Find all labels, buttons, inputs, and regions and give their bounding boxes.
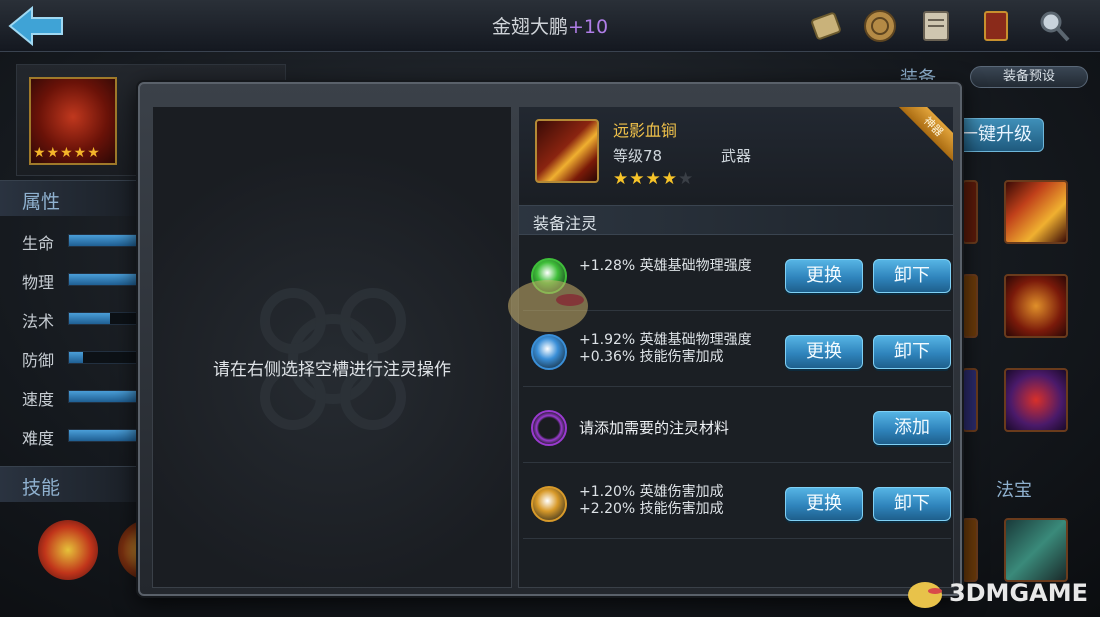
skills-title: 技能 — [22, 477, 61, 499]
add-button[interactable]: 添加 — [873, 411, 951, 445]
bonus-line: +1.20% 英雄伤害加成 — [579, 484, 724, 500]
star-filled-icon: ★ — [645, 169, 662, 189]
bonus-line: +1.28% 英雄基础物理强度 — [579, 258, 752, 274]
slot-bonus-text: +1.92% 英雄基础物理强度 +0.36% 技能伤害加成 — [579, 332, 752, 366]
weapon-icon — [535, 119, 599, 183]
stat-row: 防御 — [22, 347, 162, 370]
item-type: 武器 — [721, 147, 752, 165]
infusion-hint-text: 请在右侧选择空槽进行注灵操作 — [213, 360, 451, 380]
book-icon[interactable] — [976, 6, 1016, 46]
infusion-slot[interactable]: 请添加需要的注灵材料 添加 — [523, 393, 951, 463]
skill-icon[interactable] — [38, 520, 98, 580]
stat-row: 速度 — [22, 386, 162, 409]
equipment-slot[interactable] — [962, 180, 978, 244]
spirit-orb-icon — [531, 410, 567, 446]
mascot-watermark-icon — [508, 280, 588, 332]
stat-label: 法术 — [22, 312, 55, 331]
map-icon[interactable] — [916, 6, 956, 46]
replace-button[interactable]: 更换 — [785, 335, 863, 369]
swirl-emblem-icon — [260, 288, 406, 430]
equipment-slot[interactable] — [962, 368, 978, 432]
item-level: 等级78 — [613, 147, 663, 165]
item-header: 远影血锏 等级78 武器 ★★★★★ 神器 — [519, 107, 953, 203]
star-empty-icon: ★ — [678, 169, 695, 189]
stat-bar-fill — [69, 391, 143, 402]
stat-row: 生命 — [22, 230, 162, 253]
item-stars: ★★★★★ — [613, 169, 694, 189]
equipment-slot[interactable] — [1004, 274, 1068, 338]
stat-bar-fill — [69, 274, 143, 285]
stat-label: 物理 — [22, 273, 55, 292]
star-filled-icon: ★ — [661, 169, 678, 189]
stat-label: 难度 — [22, 429, 55, 448]
hero-name: 金翅大鹏 — [491, 16, 568, 38]
bonus-line: +1.92% 英雄基础物理强度 — [579, 332, 752, 348]
remove-button[interactable]: 卸下 — [873, 335, 951, 369]
infusion-preview-pane: 请在右侧选择空槽进行注灵操作 — [152, 106, 512, 588]
treasure-title: 法宝 — [996, 480, 1032, 501]
stat-label: 生命 — [22, 234, 55, 253]
infusion-slot[interactable]: +1.20% 英雄伤害加成 +2.20% 技能伤害加成 更换 卸下 — [523, 469, 951, 539]
watermark-mascot-icon — [907, 582, 942, 608]
equipment-preset-button[interactable]: 装备预设 — [970, 66, 1088, 88]
item-name: 远影血锏 — [613, 121, 678, 140]
stat-row: 难度 — [22, 425, 162, 448]
skills-header: 技能 — [0, 466, 140, 502]
watermark: 3DMGAME — [905, 577, 1088, 611]
equipment-slot[interactable] — [1004, 180, 1068, 244]
stat-label: 速度 — [22, 390, 55, 409]
stat-label: 防御 — [22, 351, 55, 370]
hero-refine-level: +10 — [567, 16, 609, 38]
coin-icon[interactable] — [860, 6, 900, 46]
stat-bar-fill — [69, 430, 143, 441]
equipment-slot[interactable] — [1004, 368, 1068, 432]
top-bar: 金翅大鹏+10 — [0, 0, 1100, 52]
attributes-header: 属性 — [0, 180, 140, 216]
magnifier-icon[interactable] — [1034, 6, 1074, 46]
star-filled-icon: ★ — [629, 169, 646, 189]
remove-button[interactable]: 卸下 — [873, 487, 951, 521]
star-filled-icon: ★ — [613, 169, 630, 189]
stat-row: 物理 — [22, 269, 162, 292]
watermark-text: 3DMGAME — [948, 579, 1088, 607]
one-click-upgrade-button[interactable]: 一键升级 — [948, 118, 1044, 152]
stat-bar-fill — [69, 235, 143, 246]
remove-button[interactable]: 卸下 — [873, 259, 951, 293]
equipment-slot[interactable] — [962, 274, 978, 338]
hero-stars: ★★★★★ — [33, 145, 101, 161]
bonus-line: +2.20% 技能伤害加成 — [579, 501, 724, 517]
replace-button[interactable]: 更换 — [785, 259, 863, 293]
spirit-orb-icon — [531, 486, 567, 522]
slot-bonus-text: +1.28% 英雄基础物理强度 — [579, 258, 752, 275]
bonus-line: +0.36% 技能伤害加成 — [579, 349, 724, 365]
quality-badge: 神器 — [891, 107, 953, 169]
treasure-slot[interactable] — [1004, 518, 1068, 582]
replace-button[interactable]: 更换 — [785, 487, 863, 521]
equipment-infusion-pane: 远影血锏 等级78 武器 ★★★★★ 神器 装备注灵 +1.28% 英雄基础物理… — [518, 106, 954, 588]
equipment-slot[interactable] — [962, 518, 978, 582]
stat-bar-fill — [69, 313, 111, 324]
slot-bonus-text: +1.20% 英雄伤害加成 +2.20% 技能伤害加成 — [579, 484, 724, 518]
scroll-icon[interactable] — [806, 6, 846, 46]
game-screen: 金翅大鹏+10 ★★★★★ 属性 生命 物理 法术 防御 速度 难度 技能 装备 装备预设… — [0, 0, 1100, 617]
empty-slot-text: 请添加需要的注灵材料 — [579, 419, 730, 437]
infusion-section-header: 装备注灵 — [519, 205, 953, 235]
infusion-section-title: 装备注灵 — [533, 214, 598, 233]
stat-row: 法术 — [22, 308, 162, 331]
stat-bar-fill — [69, 352, 83, 363]
attributes-title: 属性 — [22, 191, 61, 213]
